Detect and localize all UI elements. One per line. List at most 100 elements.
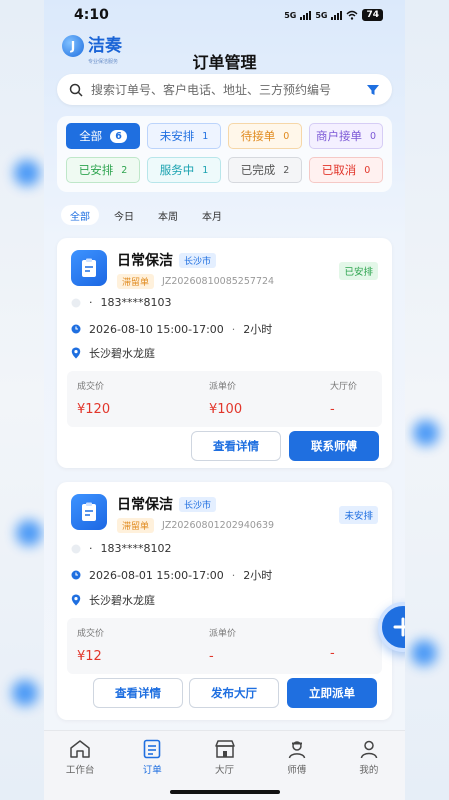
location-pin-icon [71, 594, 81, 606]
bottom-nav: 工作台 订单 大厅 师傅 我的 [44, 730, 405, 800]
address-row: 长沙碧水龙庭 [71, 592, 155, 608]
status-filter-count: 0 [369, 130, 377, 142]
time-tab[interactable]: 本月 [193, 205, 231, 225]
clock-icon [71, 324, 81, 334]
time-tab[interactable]: 本周 [149, 205, 187, 225]
search-input[interactable] [91, 82, 366, 97]
time-row: 2026-08-01 15:00-17:00 · 2小时 [71, 567, 272, 583]
order-number: JZ20260801202940639 [162, 520, 275, 531]
order-card[interactable]: 日常保洁 长沙市 滞留单 JZ20260801202940639 未安排 · 1… [57, 482, 392, 720]
service-address: 长沙碧水龙庭 [89, 347, 155, 360]
price-summary: 成交价 ¥120 派单价 ¥100 大厅价 - [67, 371, 382, 427]
status-time: 4:10 [74, 7, 109, 23]
order-card-header: 日常保洁 长沙市 滞留单 JZ20260810085257724 [71, 250, 274, 289]
order-type-tag: 滞留单 [117, 274, 155, 289]
city-tag: 长沙市 [179, 252, 217, 268]
backdrop-left [0, 0, 44, 800]
status-filter-label: 已安排 [78, 163, 114, 177]
status-filter-count: 1 [202, 164, 209, 176]
search-bar[interactable] [57, 74, 392, 105]
service-address: 长沙碧水龙庭 [89, 594, 155, 607]
signal-icon [300, 10, 312, 20]
status-filter-chip[interactable]: 已安排 2 [66, 157, 140, 183]
status-filter-count: 1 [202, 130, 209, 142]
service-clipboard-icon [71, 494, 107, 530]
service-name: 日常保洁 [117, 497, 173, 513]
price-summary: 成交价 ¥12 派单价 - - [67, 618, 382, 674]
search-icon [69, 83, 83, 97]
service-clipboard-icon [71, 250, 107, 286]
status-filter-chip[interactable]: 商户接单 0 [309, 123, 383, 149]
city-tag: 长沙市 [179, 496, 217, 512]
network-label: 5G [284, 10, 297, 20]
plus-icon [393, 617, 405, 637]
phone-row: · 183****8102 [71, 542, 172, 555]
view-details-button[interactable]: 查看详情 [93, 678, 183, 708]
status-filter-chip[interactable]: 已取消 0 [309, 157, 383, 183]
phone-dot-icon [71, 298, 81, 307]
filter-icon[interactable] [366, 83, 380, 97]
phone-screen: 4:10 5G 5G 74 J 洁奏 专业保洁服务 订单管理 全部6未安排1待接… [44, 0, 405, 800]
order-status-badge: 未安排 [339, 506, 378, 524]
status-filter-count: 0 [364, 164, 371, 176]
time-tab[interactable]: 今日 [105, 205, 143, 225]
time-range-tabs: 全部 今日 本周 本月 [61, 205, 231, 225]
status-bar: 4:10 5G 5G 74 [44, 0, 405, 30]
phone-dot-icon [71, 544, 81, 553]
backdrop-blob [14, 160, 40, 186]
time-tab[interactable]: 全部 [61, 205, 99, 225]
address-row: 长沙碧水龙庭 [71, 345, 155, 361]
home-icon [70, 740, 90, 758]
worker-icon [288, 741, 305, 759]
status-filter-chip[interactable]: 服务中 1 [147, 157, 221, 183]
customer-phone: 183****8103 [100, 296, 172, 309]
dispatch-now-button[interactable]: 立即派单 [287, 678, 377, 708]
home-indicator [169, 790, 280, 794]
status-filter-chip[interactable]: 全部 6 [66, 123, 140, 149]
service-time: 2026-08-01 15:00-17:00 [89, 568, 224, 582]
status-filter-label: 未安排 [159, 129, 195, 143]
time-row: 2026-08-10 15:00-17:00 · 2小时 [71, 321, 272, 337]
order-card[interactable]: 日常保洁 长沙市 滞留单 JZ20260810085257724 已安排 · 1… [57, 238, 392, 468]
contact-worker-button[interactable]: 联系师傅 [289, 431, 379, 461]
service-name: 日常保洁 [117, 253, 173, 269]
page-title: 订单管理 [192, 53, 257, 72]
status-filter-chip[interactable]: 未安排 1 [147, 123, 221, 149]
service-time: 2026-08-10 15:00-17:00 [89, 322, 224, 336]
network-label: 5G [315, 10, 328, 20]
dispatch-price: 派单价 ¥100 [209, 382, 243, 417]
nav-label: 工作台 [65, 765, 95, 776]
status-filter-count: 2 [121, 164, 128, 176]
service-duration: 2小时 [243, 569, 273, 582]
publish-hall-button[interactable]: 发布大厅 [189, 678, 279, 708]
signal-icon [331, 10, 343, 20]
deal-price: 成交价 ¥120 [77, 382, 111, 417]
status-filter-panel: 全部 6 未安排 1 待接单 0 商户接单 0 已安排 2 服务中 1 已完成 2 已取消 0 [57, 116, 392, 192]
status-filter-chip[interactable]: 已完成 2 [228, 157, 302, 183]
order-list-icon [143, 739, 161, 759]
nav-label: 大厅 [215, 765, 235, 776]
nav-item-profile[interactable]: 我的 [333, 739, 405, 800]
hall-price: - [330, 646, 335, 661]
view-details-button[interactable]: 查看详情 [191, 431, 281, 461]
nav-item-workbench[interactable]: 工作台 [44, 739, 116, 800]
status-filter-label: 全部 [79, 129, 103, 143]
status-icons: 5G 5G 74 [284, 9, 383, 21]
status-filter-label: 已完成 [240, 163, 276, 177]
service-duration: 2小时 [243, 323, 273, 336]
customer-phone: 183****8102 [100, 542, 172, 555]
dispatch-price: 派单价 - [209, 629, 237, 664]
wifi-icon [346, 10, 358, 20]
phone-row: · 183****8103 [71, 296, 172, 309]
user-icon [360, 740, 378, 759]
hall-price: 大厅价 - [330, 382, 358, 417]
shop-icon [214, 740, 235, 758]
status-filter-chip[interactable]: 待接单 0 [228, 123, 302, 149]
backdrop-blob [413, 420, 439, 446]
backdrop-blob [411, 640, 437, 666]
order-status-badge: 已安排 [339, 262, 378, 280]
order-card-header: 日常保洁 长沙市 滞留单 JZ20260801202940639 [71, 494, 274, 533]
nav-label: 订单 [142, 765, 162, 776]
order-type-tag: 滞留单 [117, 518, 155, 533]
backdrop-blob [12, 680, 38, 706]
